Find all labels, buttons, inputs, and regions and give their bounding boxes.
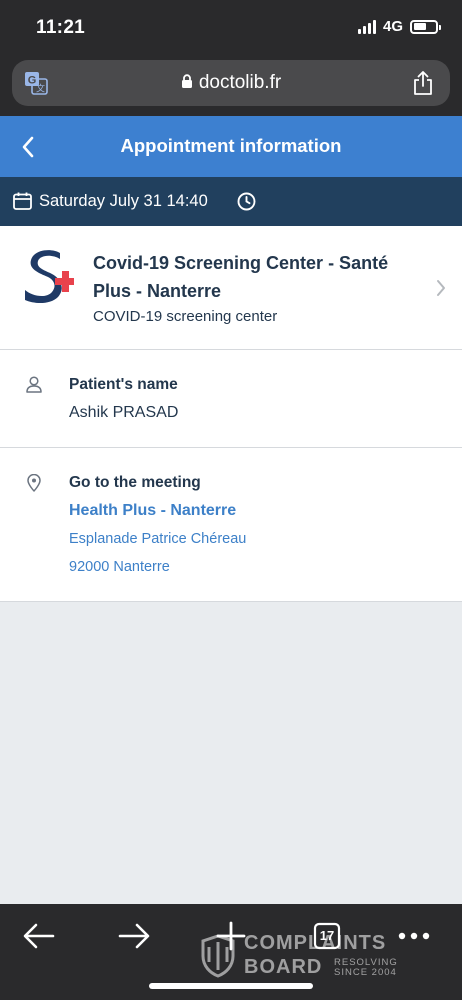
status-time: 11:21: [36, 17, 86, 38]
battery-icon: [410, 19, 441, 34]
url-text: doctolib.fr: [198, 72, 282, 93]
back-arrow-icon: [23, 923, 55, 949]
location-street-link[interactable]: Esplanade Patrice Chéreau: [69, 531, 246, 547]
watermark-tagline2: SINCE 2004: [334, 967, 397, 978]
chevron-right-icon: [437, 280, 445, 296]
status-bar: 11:21 4G: [0, 0, 462, 56]
signal-icon: [357, 19, 376, 34]
patient-section: Patient's name Ashik PRASAD: [0, 350, 462, 448]
lock-icon: [181, 74, 192, 88]
watermark-line1: COMPLAINTS: [244, 932, 387, 954]
clock-icon: [237, 192, 256, 211]
location-section: Go to the meeting Health Plus - Nanterre…: [0, 448, 462, 602]
patient-name-label: Patient's name: [69, 376, 178, 393]
location-pin-icon: [27, 474, 41, 492]
page-title: Appointment information: [120, 135, 342, 156]
browser-back-button[interactable]: [17, 914, 61, 958]
sante-plus-logo: [25, 250, 74, 304]
location-label: Go to the meeting: [69, 474, 201, 491]
shield-logo-icon: [201, 934, 235, 978]
calendar-icon: [13, 192, 32, 210]
location-city-link[interactable]: 92000 Nanterre: [69, 559, 170, 575]
appointment-date-bar: Saturday July 31 14:40: [0, 177, 462, 226]
user-icon: [26, 376, 42, 393]
app-header: Appointment information: [0, 116, 462, 177]
address-bar[interactable]: G 文 doctolib.fr: [12, 60, 450, 106]
browser-address-area: G 文 doctolib.fr: [0, 56, 462, 116]
complaintsboard-watermark: COMPLAINTS BOARD RESOLVING SINCE 2004: [200, 930, 420, 982]
home-indicator[interactable]: [149, 983, 313, 989]
practice-type: COVID-19 screening center: [93, 308, 278, 325]
practice-name: Covid-19 Screening Center - Santé Plus -…: [93, 253, 389, 301]
network-type: 4G: [382, 18, 403, 35]
status-indicators: 4G: [357, 18, 441, 35]
forward-arrow-icon: [118, 923, 150, 949]
watermark-line2: BOARD: [244, 956, 323, 978]
practice-card[interactable]: Covid-19 Screening Center - Santé Plus -…: [0, 226, 462, 350]
share-icon[interactable]: [412, 70, 434, 96]
patient-name: Ashik PRASAD: [69, 404, 179, 421]
url-display[interactable]: doctolib.fr: [12, 72, 450, 94]
appointment-date: Saturday July 31 14:40: [39, 192, 208, 210]
watermark-tagline: RESOLVING SINCE 2004: [334, 958, 398, 978]
location-name-link[interactable]: Health Plus - Nanterre: [69, 502, 236, 520]
browser-forward-button[interactable]: [112, 914, 156, 958]
